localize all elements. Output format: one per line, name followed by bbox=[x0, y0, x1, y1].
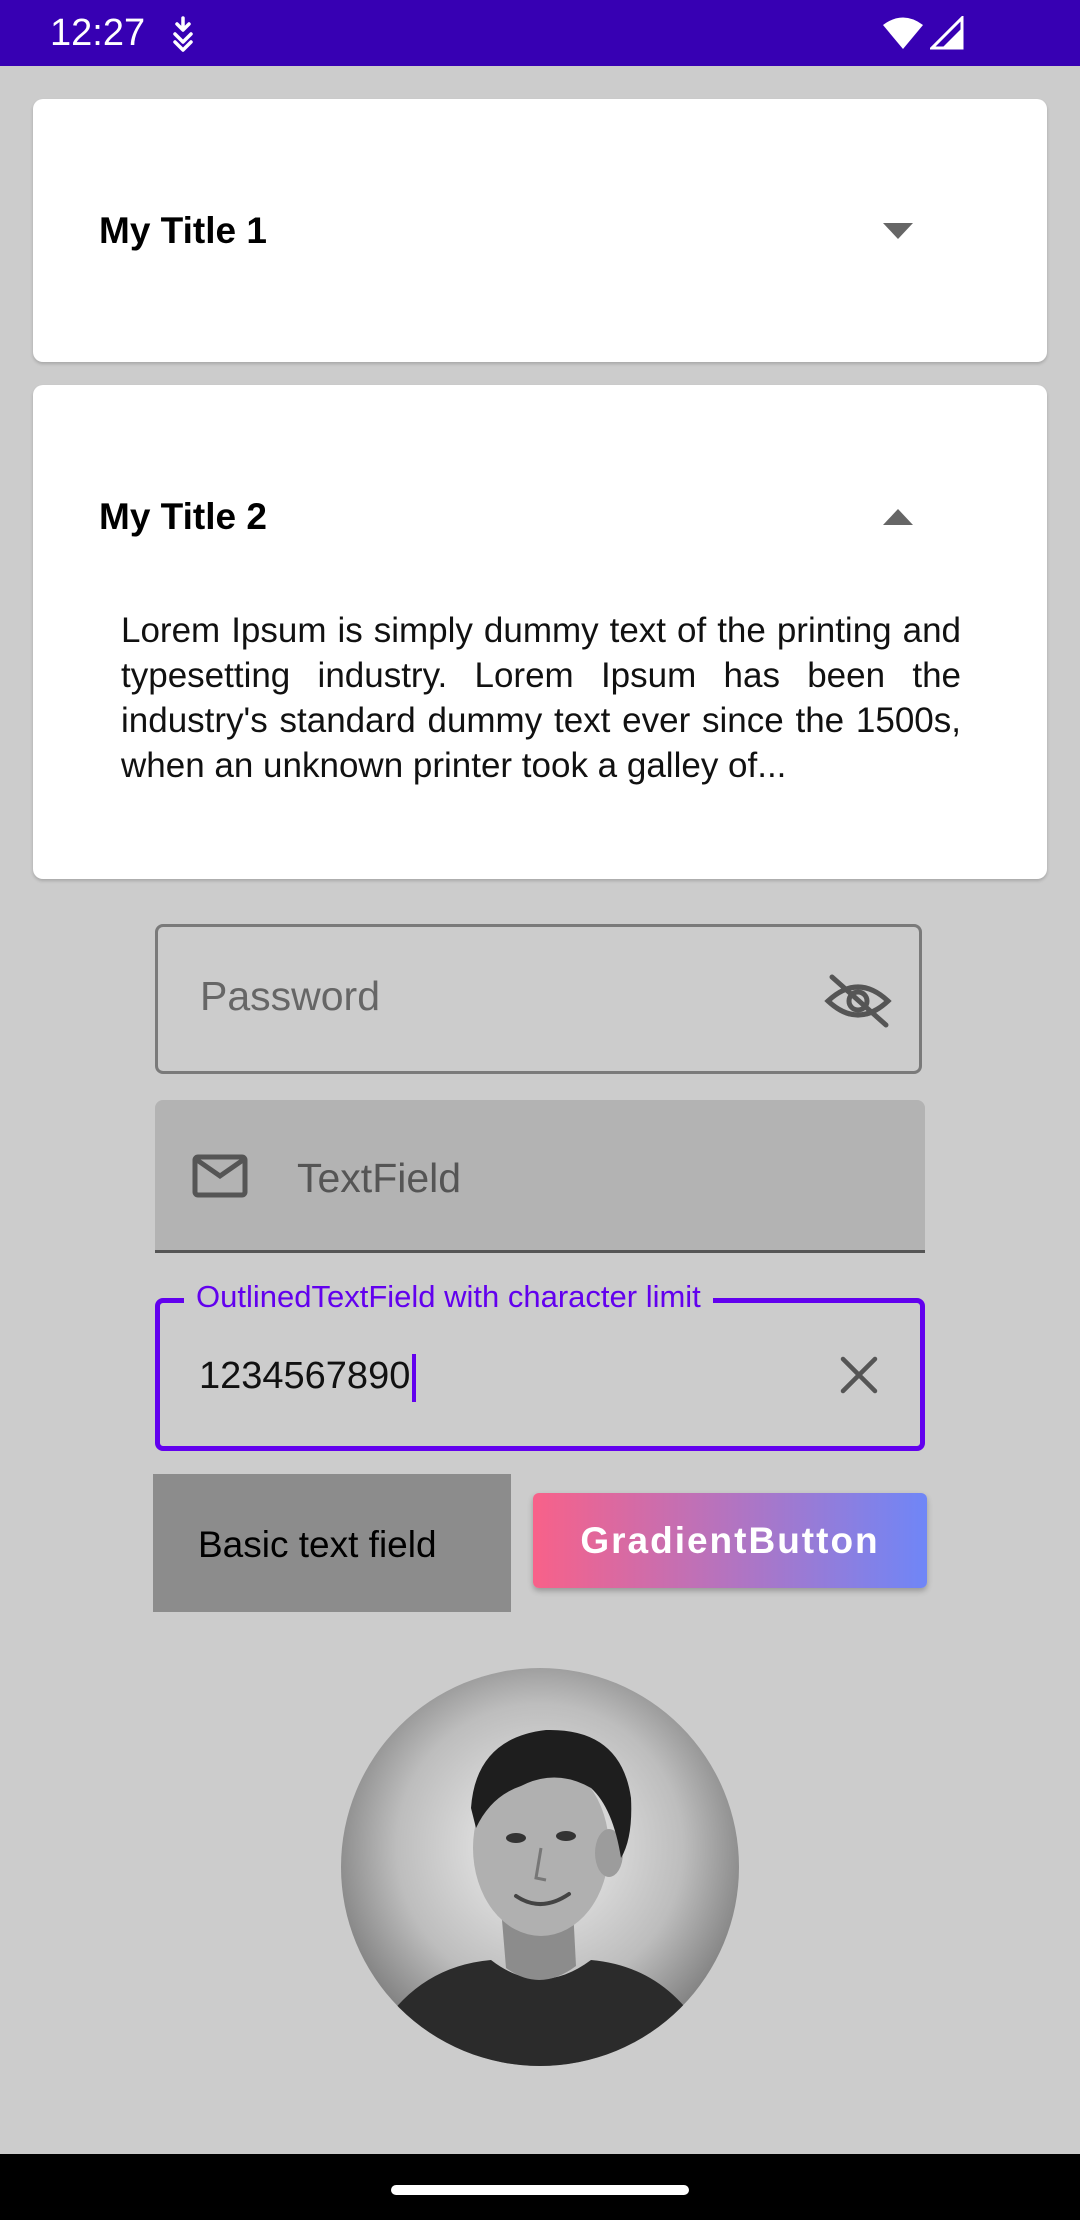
input-value: 1234567890 bbox=[199, 1355, 411, 1398]
accordion-title: My Title 2 bbox=[99, 496, 267, 537]
password-field[interactable]: Password bbox=[155, 924, 922, 1074]
accordion-card-2[interactable]: My Title 2 Lorem Ipsum is simply dummy t… bbox=[33, 385, 1047, 879]
character-limit-field[interactable]: OutlinedTextField with character limit 1… bbox=[155, 1279, 925, 1451]
mail-icon bbox=[192, 1154, 248, 1198]
home-gesture-handle[interactable] bbox=[391, 2185, 689, 2195]
text-cursor bbox=[412, 1354, 417, 1402]
basic-text-field[interactable]: Basic text field bbox=[153, 1474, 511, 1612]
cellular-signal-icon bbox=[930, 16, 964, 50]
download-notification-icon bbox=[173, 16, 193, 52]
caret-down-icon[interactable] bbox=[883, 223, 913, 239]
accordion-body-text: Lorem Ipsum is simply dummy text of the … bbox=[121, 611, 961, 785]
text-field-placeholder: TextField bbox=[297, 1155, 462, 1201]
caret-up-icon[interactable] bbox=[883, 509, 913, 525]
status-time: 12:27 bbox=[50, 12, 146, 54]
visibility-off-icon[interactable] bbox=[824, 973, 892, 1029]
text-field[interactable]: TextField bbox=[155, 1100, 925, 1253]
close-icon[interactable] bbox=[839, 1355, 879, 1395]
accordion-title: My Title 1 bbox=[99, 210, 267, 251]
status-bar: 12:27 bbox=[0, 0, 1080, 66]
character-limit-field-value[interactable]: 1234567890 bbox=[199, 1354, 417, 1402]
password-placeholder: Password bbox=[200, 973, 381, 1019]
character-limit-field-label: OutlinedTextField with character limit bbox=[184, 1279, 713, 1315]
gradient-button[interactable]: GradientButton bbox=[533, 1493, 927, 1588]
profile-photo bbox=[341, 1668, 739, 2066]
accordion-card-1[interactable]: My Title 1 bbox=[33, 99, 1047, 362]
basic-text-field-value: Basic text field bbox=[198, 1524, 437, 1565]
wifi-icon bbox=[883, 17, 923, 49]
